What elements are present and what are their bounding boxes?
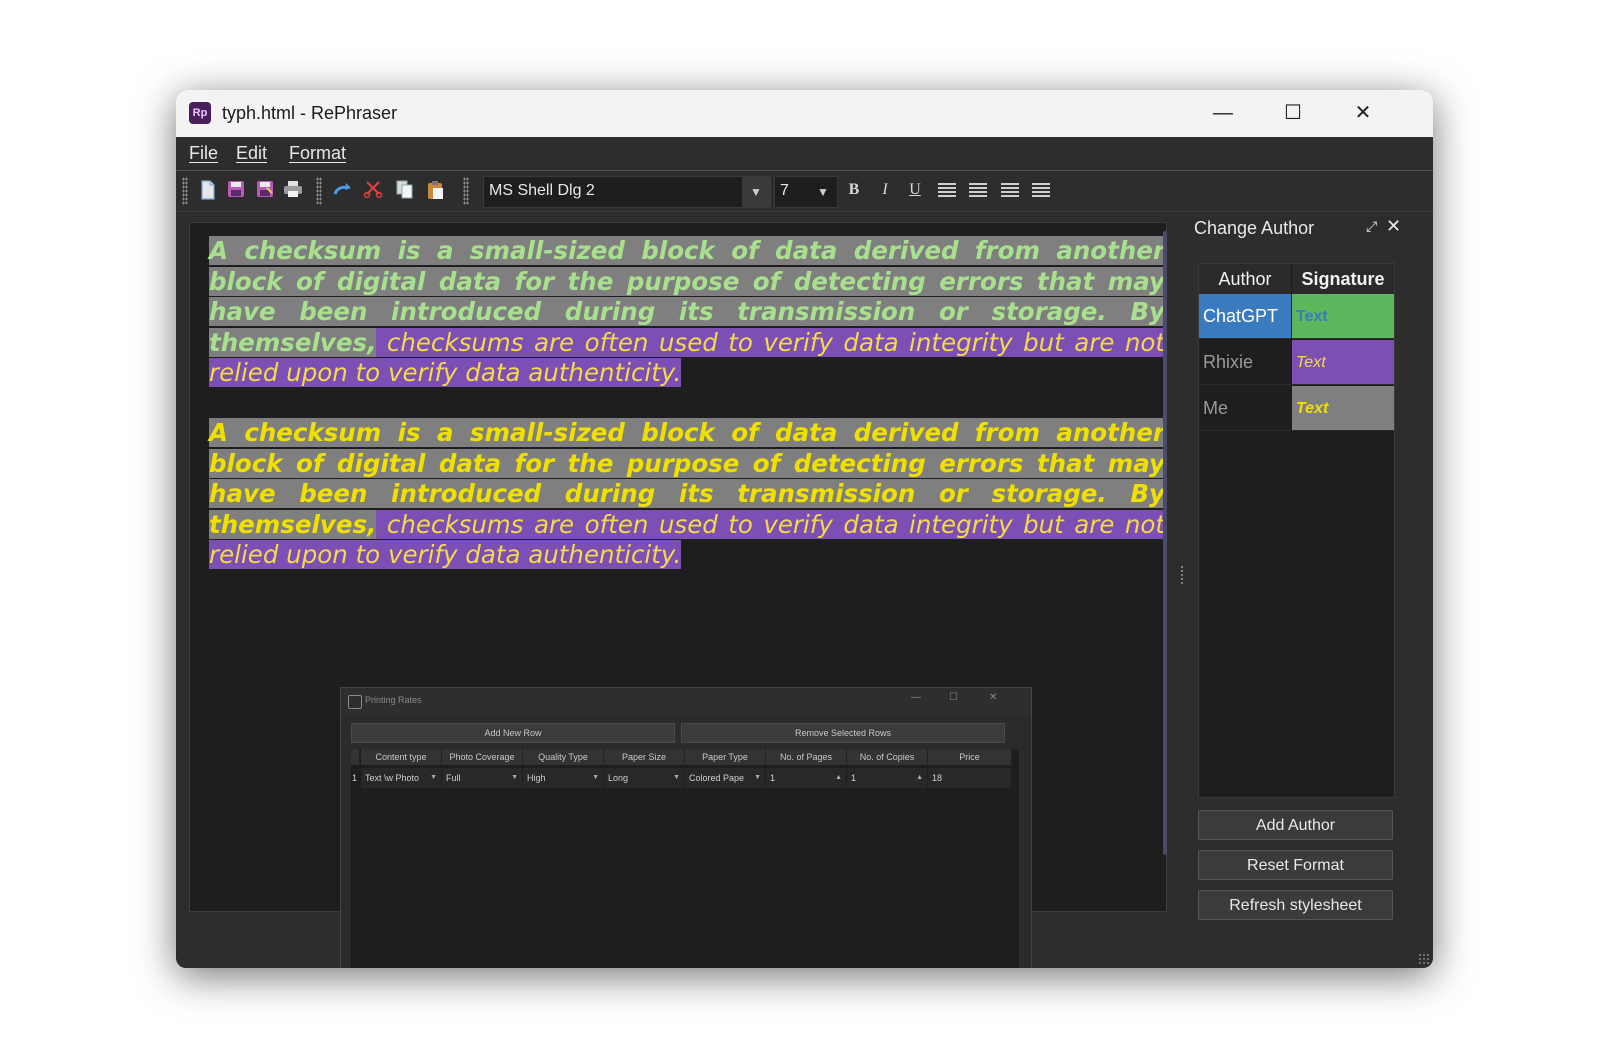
table-cell: High ▼ <box>523 768 603 788</box>
table-cell: Long ▼ <box>604 768 684 788</box>
minimize-button[interactable]: — <box>1188 90 1258 137</box>
close-panel-icon[interactable]: ✕ <box>1386 216 1401 237</box>
close-icon: ✕ <box>989 692 998 703</box>
refresh-stylesheet-button[interactable]: Refresh stylesheet <box>1198 890 1393 920</box>
author-signature-cell[interactable]: Text <box>1292 340 1394 385</box>
embedded-window-title: Printing Rates <box>365 695 422 705</box>
chevron-down-icon: ▼ <box>754 774 761 781</box>
toolbar-grip[interactable] <box>463 177 469 205</box>
chevron-down-icon: ▼ <box>673 774 680 781</box>
app-logo-icon <box>348 695 362 709</box>
italic-button[interactable]: I <box>873 179 897 201</box>
panel-title: Change Author <box>1194 218 1315 238</box>
window-title: typh.html - RePhraser <box>222 103 398 123</box>
remove-selected-rows-button: Remove Selected Rows <box>681 723 1005 743</box>
table-corner <box>351 749 360 765</box>
row-index: 1 <box>351 768 361 788</box>
menu-edit[interactable]: Edit <box>236 143 267 164</box>
maximize-icon: ☐ <box>949 692 958 703</box>
toolbar: MS Shell Dlg 2 ▼ 7 ▼ B I U <box>176 171 1433 212</box>
font-size-value: 7 <box>780 182 789 199</box>
underline-button[interactable]: U <box>903 179 927 201</box>
chevron-down-icon: ▼ <box>430 774 437 781</box>
cell-value: Text \w Photo <box>365 773 420 783</box>
font-family-select[interactable]: MS Shell Dlg 2 ▼ <box>483 176 771 208</box>
menu-bar: File Edit Format <box>176 137 1433 171</box>
reset-format-button[interactable]: Reset Format <box>1198 850 1393 880</box>
redo-icon[interactable] <box>333 180 353 200</box>
column-header-author: Author <box>1199 264 1292 294</box>
minimize-icon: — <box>911 692 921 703</box>
align-justify-icon[interactable] <box>1032 183 1050 197</box>
paragraph: A checksum is a small-sized block of dat… <box>209 236 1165 389</box>
menu-file[interactable]: File <box>189 143 218 164</box>
chevron-down-icon[interactable]: ▼ <box>809 177 837 207</box>
chevron-down-icon[interactable]: ▼ <box>742 177 770 207</box>
add-new-row-button: Add New Row <box>351 723 675 743</box>
author-name-cell[interactable]: Rhixie <box>1199 340 1291 385</box>
align-left-icon[interactable] <box>938 183 956 197</box>
printing-rates-table: Content type Photo Coverage Quality Type… <box>351 749 1019 968</box>
table-cell: 1 ▲ <box>766 768 846 788</box>
table-cell: Text \w Photo ▼ <box>361 768 441 788</box>
chevron-down-icon: ▼ <box>592 774 599 781</box>
window-resize-grip[interactable] <box>1418 953 1430 965</box>
align-center-icon[interactable] <box>969 183 987 197</box>
paragraph: A checksum is a small-sized block of dat… <box>209 418 1165 571</box>
column-header: Paper Size <box>604 749 685 765</box>
cell-value: Long <box>608 773 629 783</box>
menu-format[interactable]: Format <box>289 143 346 164</box>
cell-value: 18 <box>932 773 943 783</box>
cell-value: 1 <box>770 773 776 783</box>
column-header: No. of Pages <box>766 749 847 765</box>
title-bar: Rp typh.html - RePhraser — ☐ ✕ <box>176 90 1433 137</box>
print-icon[interactable] <box>283 180 303 200</box>
column-header: Photo Coverage <box>442 749 523 765</box>
panel-splitter-handle[interactable] <box>1180 565 1184 585</box>
copy-icon[interactable] <box>395 180 415 200</box>
toolbar-grip[interactable] <box>182 177 188 205</box>
author-table: Author Signature ChatGPT Text Rhixie Tex… <box>1198 263 1395 798</box>
author-name-cell[interactable]: Me <box>1199 386 1291 431</box>
spinner-icon: ▲ <box>835 774 842 781</box>
save-icon[interactable] <box>226 180 246 200</box>
save-as-icon[interactable] <box>255 180 275 200</box>
author-signature-cell[interactable]: Text <box>1292 386 1394 431</box>
new-file-icon[interactable] <box>198 180 218 200</box>
float-panel-icon[interactable]: ⤢ <box>1366 218 1377 235</box>
cell-value: Colored Pape <box>689 773 745 783</box>
author-name-cell[interactable]: ChatGPT <box>1199 294 1291 339</box>
paste-icon[interactable] <box>426 180 446 200</box>
embedded-title-bar: Printing Rates — ☐ ✕ <box>341 688 1031 714</box>
spinner-icon: ▲ <box>916 774 923 781</box>
close-button[interactable]: ✕ <box>1328 90 1398 137</box>
table-cell: 18 <box>928 768 1011 788</box>
cell-value: High <box>527 773 546 783</box>
font-size-select[interactable]: 7 ▼ <box>774 176 838 208</box>
bold-button[interactable]: B <box>842 179 866 201</box>
app-logo-icon: Rp <box>189 102 211 124</box>
table-cell: Colored Pape ▼ <box>685 768 765 788</box>
column-header: Price <box>928 749 1012 765</box>
table-cell: 1 ▲ <box>847 768 927 788</box>
editor-scrollbar[interactable] <box>1163 231 1167 855</box>
column-header: Content type <box>361 749 442 765</box>
column-header: Paper Type <box>685 749 766 765</box>
align-right-icon[interactable] <box>1001 183 1019 197</box>
app-window: Rp typh.html - RePhraser — ☐ ✕ File Edit… <box>176 90 1433 968</box>
embedded-screenshot: Printing Rates — ☐ ✕ Add New Row Remove … <box>340 687 1032 968</box>
column-header-signature: Signature <box>1292 264 1394 294</box>
add-author-button[interactable]: Add Author <box>1198 810 1393 840</box>
author-signature-cell[interactable]: Text <box>1292 294 1394 339</box>
font-family-value: MS Shell Dlg 2 <box>489 182 595 199</box>
maximize-button[interactable]: ☐ <box>1258 90 1328 137</box>
column-header: Quality Type <box>523 749 604 765</box>
cell-value: 1 <box>851 773 857 783</box>
toolbar-grip[interactable] <box>316 177 322 205</box>
column-header: No. of Copies <box>847 749 928 765</box>
cut-icon[interactable] <box>363 180 383 200</box>
cell-value: Full <box>446 773 461 783</box>
chevron-down-icon: ▼ <box>511 774 518 781</box>
table-cell: Full ▼ <box>442 768 522 788</box>
